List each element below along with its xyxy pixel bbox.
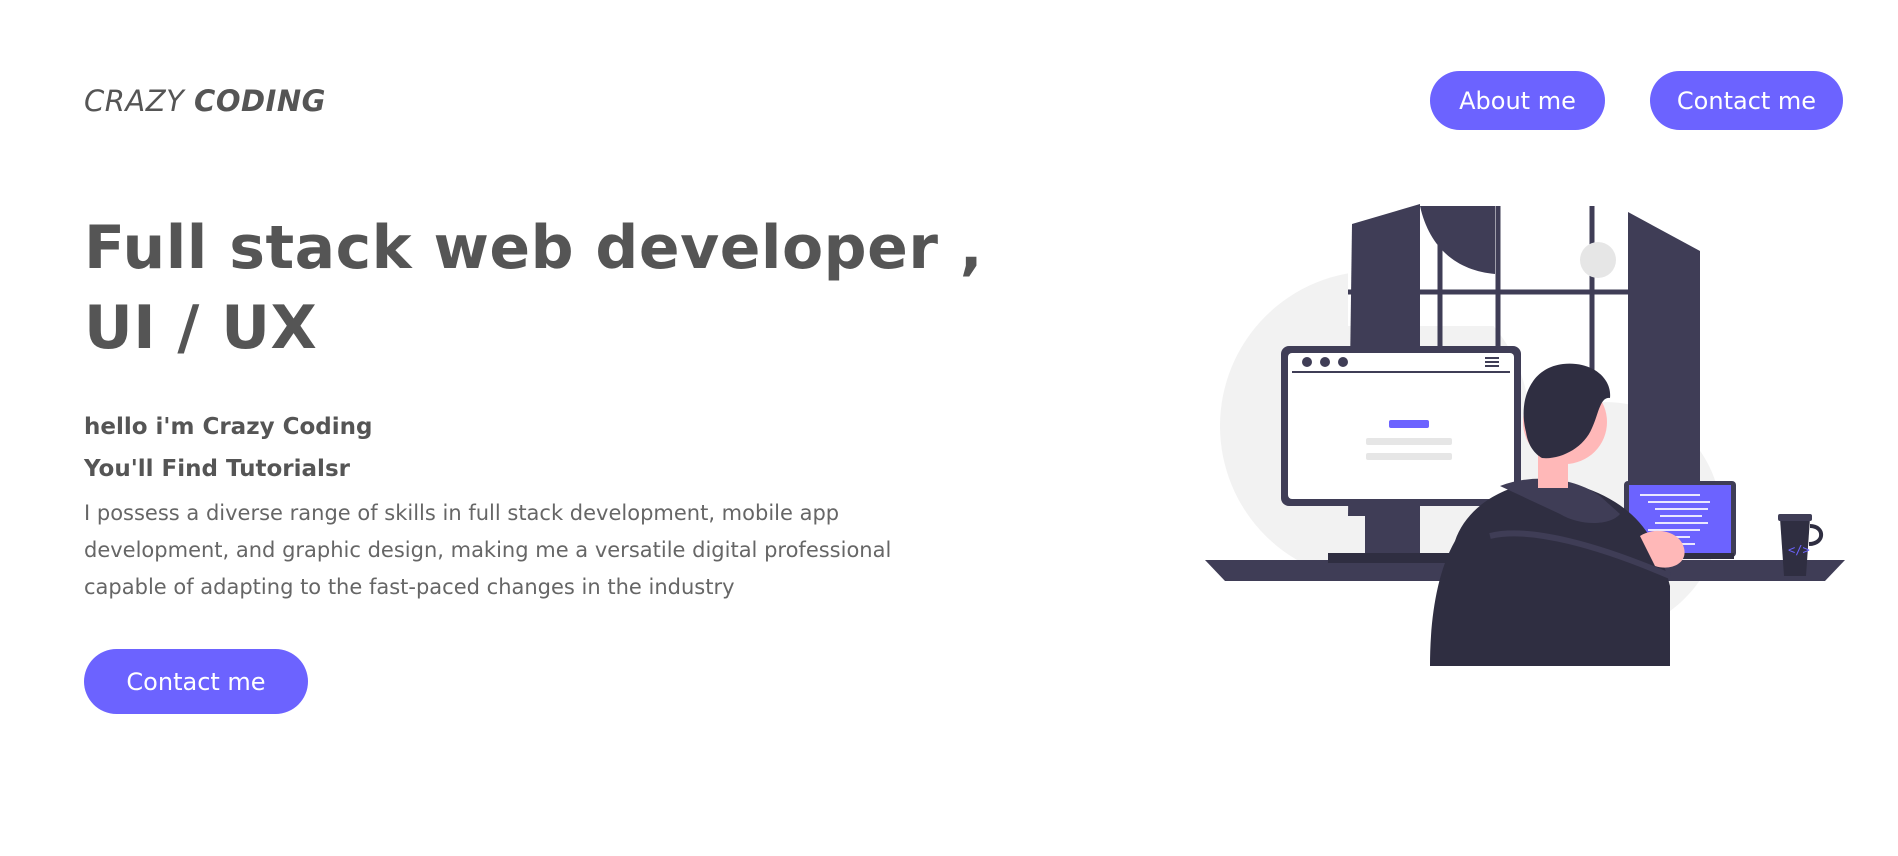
- about-me-button[interactable]: About me: [1430, 71, 1605, 130]
- hero-contact-me-button[interactable]: Contact me: [84, 649, 308, 714]
- nav-contact-me-button[interactable]: Contact me: [1650, 71, 1843, 130]
- intro-description: I possess a diverse range of skills in f…: [84, 501, 892, 599]
- intro-greeting: hello i'm Crazy Coding: [84, 414, 373, 440]
- hero-title-line-2: UI / UX: [84, 293, 318, 363]
- hero-title-line-1: Full stack web developer ,: [84, 213, 984, 283]
- developer-at-desk-illustration: </>: [1205, 204, 1845, 666]
- landing-page: CRAZY CODING About me Contact me Full st…: [0, 0, 1898, 856]
- site-logo[interactable]: CRAZY CODING: [84, 84, 326, 118]
- logo-bold-text: CODING: [194, 84, 326, 118]
- hero-title: Full stack web developer , UI / UX: [84, 208, 1044, 368]
- logo-light-text: CRAZY: [84, 84, 195, 118]
- intro-subtitle: You'll Find Tutorialsr: [84, 456, 350, 482]
- svg-text:</>: </>: [1788, 543, 1810, 557]
